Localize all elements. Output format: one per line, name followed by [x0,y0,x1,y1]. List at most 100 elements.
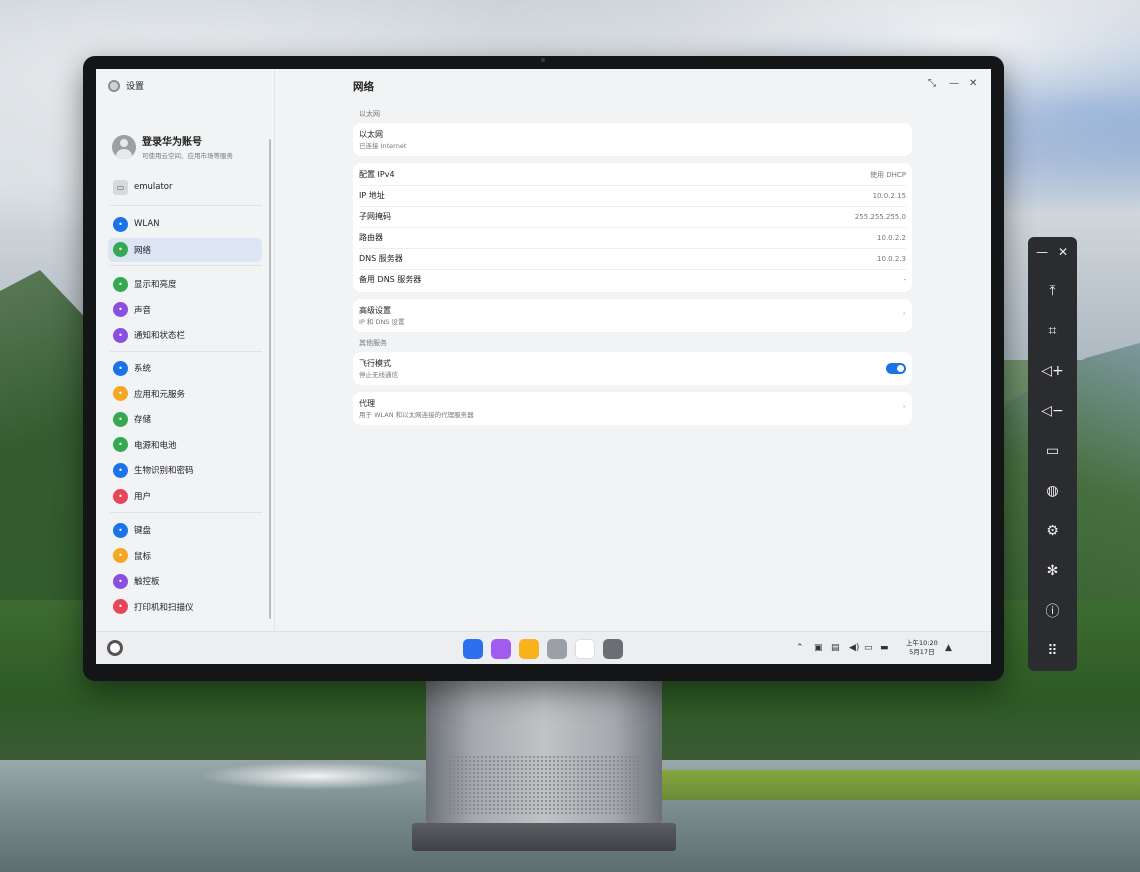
clipboard-icon[interactable]: ▤ [831,643,840,653]
sidebar-item[interactable]: • 应用和元服务 [108,382,262,406]
ip-row-label: 子网掩码 [359,212,391,221]
keyboard-icon: • [113,522,128,538]
sidebar-item[interactable]: • 鼠标 [108,544,262,568]
battery-icon[interactable]: ▬ [880,643,889,653]
sidebar-item-label: 显示和亮度 [134,280,177,290]
ethernet-label: 以太网 [359,130,383,139]
bug-icon[interactable]: ✻ [1028,551,1077,591]
proxy-card[interactable]: 代理 用于 WLAN 和以太网连接的代理服务器 › [353,392,912,425]
advanced-settings-card[interactable]: 高级设置 IP 和 DNS 设置 › [353,299,912,332]
settings-icon[interactable] [603,639,623,659]
trash-icon[interactable] [547,639,567,659]
close-icon[interactable]: ✕ [1058,245,1068,259]
sidebar-item[interactable]: • 系统 [108,356,262,380]
ip-config-row[interactable]: 备用 DNS 服务器 - [353,269,912,290]
row-divider [359,248,906,249]
ip-row-label: IP 地址 [359,191,385,200]
sidebar-scrollbar[interactable] [269,139,271,619]
sidebar-item-label: 存储 [134,415,152,426]
account-login[interactable]: 登录华为账号 可使用云空间、应用市场等服务 [112,133,233,160]
chevron-up-icon[interactable]: ⌃ [796,643,804,653]
ip-row-label: DNS 服务器 [359,254,403,263]
row-divider [359,185,906,186]
nav-divider [110,265,262,267]
ip-row-label: 路由器 [359,233,383,242]
photos-icon[interactable] [575,639,595,659]
globe-icon[interactable]: ◍ [1028,471,1077,511]
sidebar-item-device[interactable]: ▭ emulator [108,175,262,199]
settings-sidebar: 设置 登录华为账号 可使用云空间、应用市场等服务 ▭ emulator • WLA… [96,69,275,631]
sidebar-item-label: 用户 [134,492,152,502]
minimize-icon[interactable]: — [949,78,959,89]
gallery-icon[interactable] [491,639,511,659]
sidebar-item[interactable]: • 键盘 [108,518,262,542]
user-icon: • [113,488,128,504]
avatar [112,134,136,159]
ip-config-row: DNS 服务器 10.0.2.3 [353,248,912,269]
grass-bank [660,770,1140,800]
advanced-settings-sub: IP 和 DNS 设置 [359,318,405,326]
bell-icon: • [113,327,128,343]
minimize-icon[interactable]: — [1036,245,1048,259]
sidebar-item[interactable]: • 声音 [108,298,262,322]
ip-config-row: 路由器 10.0.2.2 [353,227,912,248]
app-center-icon[interactable] [463,639,483,659]
account-subtitle: 可使用云空间、应用市场等服务 [142,152,233,160]
ip-row-value: 使用 DHCP [870,170,906,179]
battery-icon[interactable]: ▭ [1028,431,1077,471]
sidebar-item[interactable]: • 打印机和扫描仪 [108,595,262,619]
start-button[interactable] [107,640,123,656]
volume-up-icon[interactable]: ◁+ [1028,351,1077,391]
ip-row-value: 10.0.2.15 [872,191,906,200]
close-icon[interactable]: ✕ [969,78,977,89]
sidebar-item-label: emulator [134,182,173,192]
more-icon[interactable]: ⠿ [1028,631,1077,671]
sidebar-item[interactable]: • 通知和状态栏 [108,323,262,347]
ip-row-value: 10.0.2.2 [877,233,906,242]
sidebar-item[interactable]: • 存储 [108,407,262,431]
ip-row-label: 备用 DNS 服务器 [359,275,422,284]
ip-config-row[interactable]: 配置 IPv4 使用 DHCP [353,164,912,185]
files-icon[interactable] [519,639,539,659]
apps-icon: • [113,386,128,402]
restore-icon[interactable]: ⤡ [928,78,936,89]
settings-app-icon [108,79,120,92]
crop-icon[interactable]: ⌗ [1028,311,1077,351]
sidebar-item-label: 电源和电池 [134,440,177,451]
nav-divider [110,511,262,513]
display-icon: • [113,276,128,292]
sidebar-item[interactable]: • 显示和亮度 [108,272,262,296]
ethernet-status: 已连接 Internet [359,142,407,150]
sidebar-item-label: 网络 [134,245,152,256]
sidebar-item[interactable]: • 用户 [108,484,262,508]
section-label-ethernet: 以太网 [359,110,380,118]
volume-icon[interactable]: ◀) [849,643,859,653]
battery-icon: • [113,437,128,453]
clock[interactable]: 上午10:20 5月17日 [906,639,938,657]
sidebar-item[interactable]: • 触控板 [108,569,262,593]
sidebar-item-label: 键盘 [134,526,152,536]
sidebar-item[interactable]: • 网络 [108,237,262,262]
ip-config-row: 子网掩码 255.255.255.0 [353,206,912,227]
gear-icon[interactable]: ⚙ [1028,511,1077,551]
airplane-mode-toggle[interactable] [886,363,906,374]
volume-down-icon[interactable]: ◁− [1028,391,1077,431]
ip-row-value: 10.0.2.3 [877,254,906,263]
sidebar-item-label: 系统 [134,364,152,374]
ethernet-card[interactable]: 以太网 已连接 Internet [353,123,912,156]
mouse-icon: • [113,548,128,564]
sidebar-item[interactable]: • 电源和电池 [108,433,262,457]
sidebar-item[interactable]: • WLAN [108,212,262,236]
notification-bell-icon[interactable]: ▲ [945,643,952,653]
sidebar-item[interactable]: • 生物识别和密码 [108,458,262,482]
sidebar-item-label: WLAN [134,219,160,229]
sidebar-item-label: 应用和元服务 [134,389,186,400]
sidebar-item-label: 声音 [134,305,152,316]
printer-icon: • [113,599,128,615]
network-icon[interactable]: ▭ [864,643,873,653]
river-rapids [200,762,430,790]
sim-icon[interactable]: ▣ [814,643,823,653]
pin-top-icon[interactable]: ⤒ [1028,271,1077,311]
info-icon[interactable]: ⓘ [1028,591,1077,631]
key-icon: • [113,462,128,478]
